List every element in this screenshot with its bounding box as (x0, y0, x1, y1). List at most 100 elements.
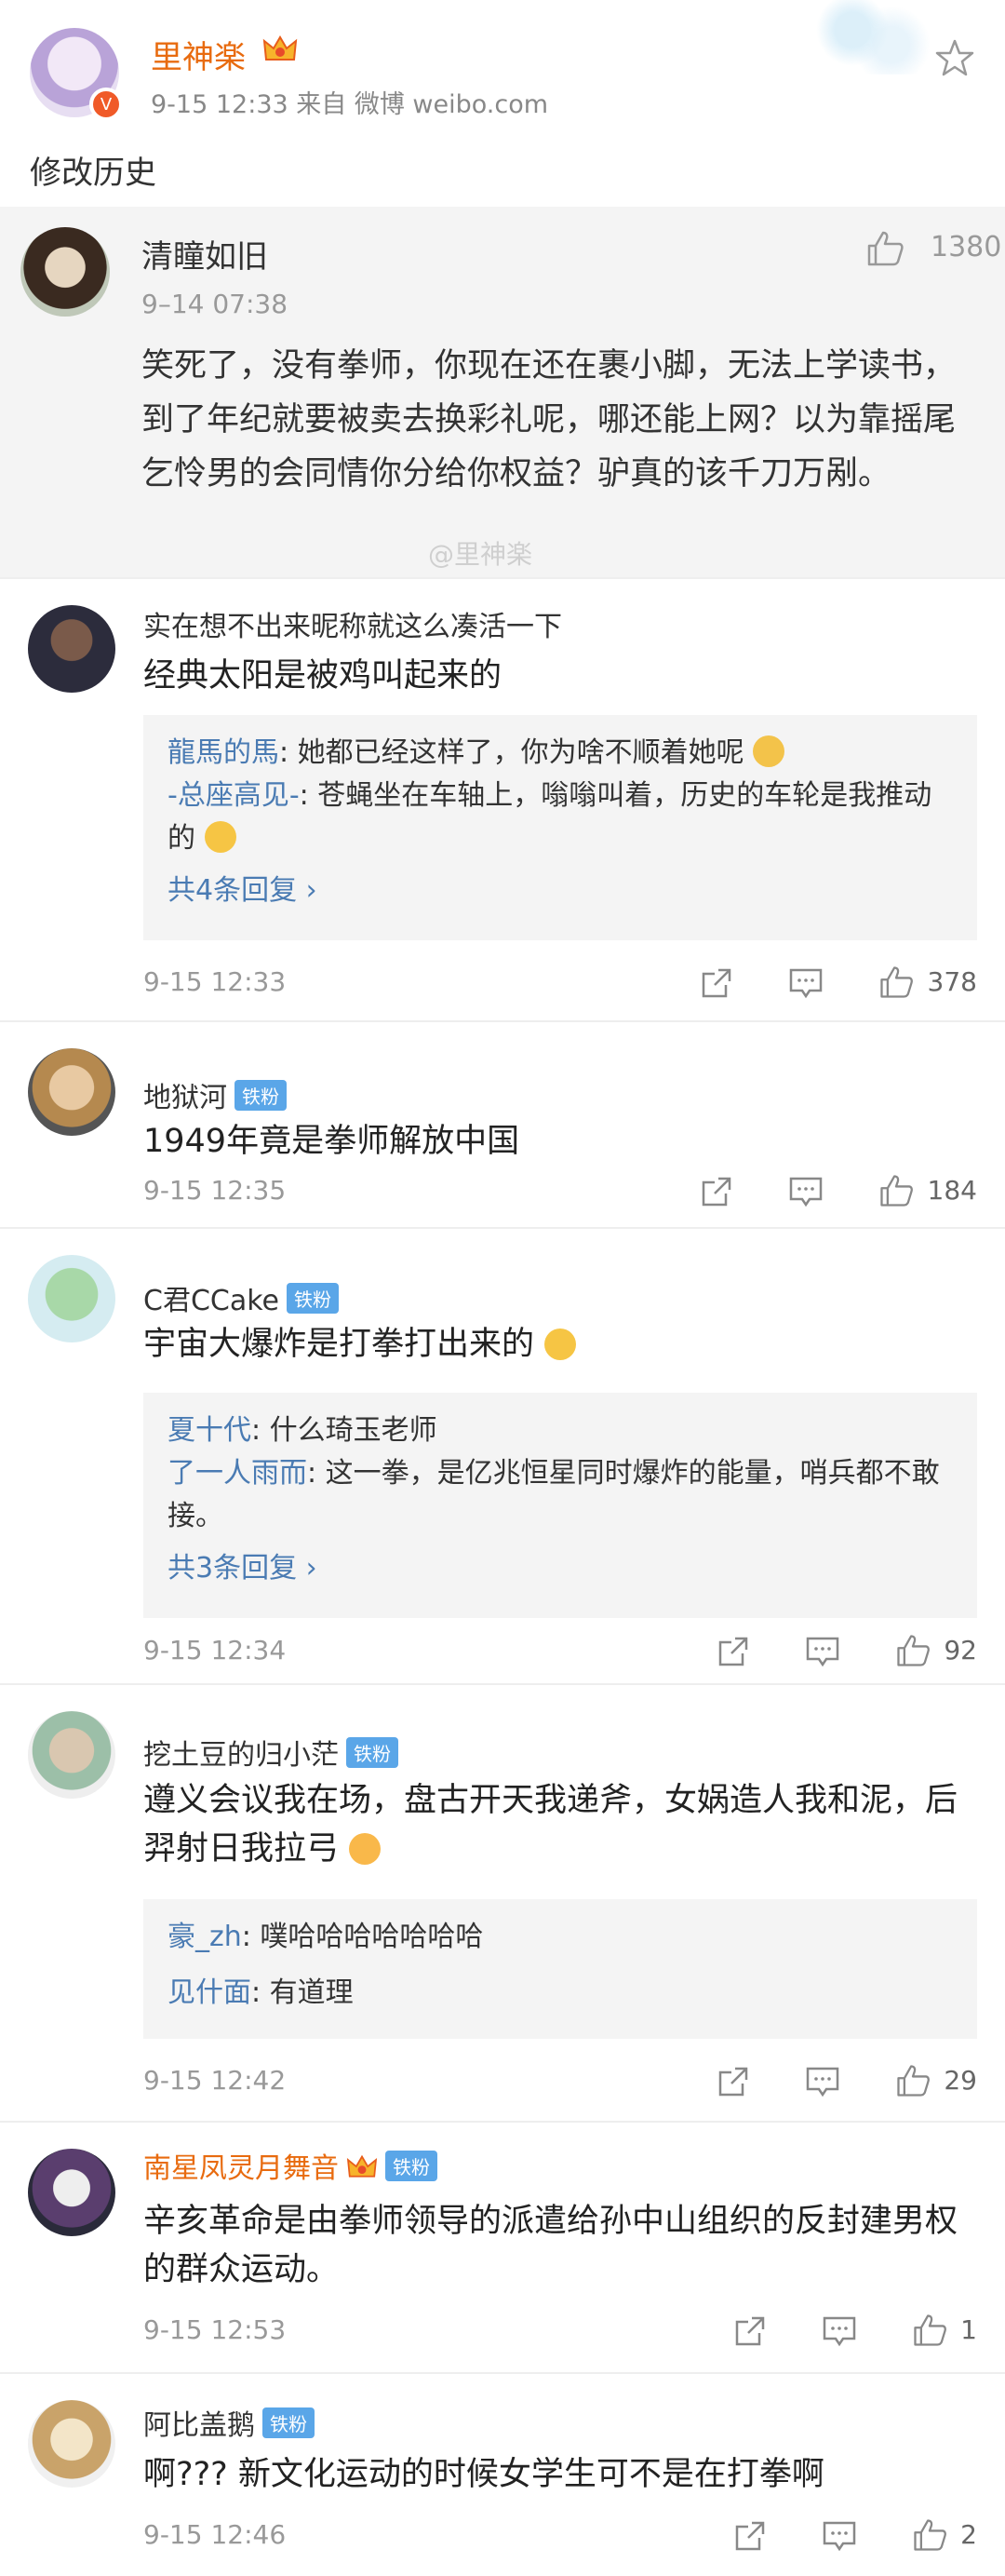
reply-box[interactable]: 豪_zh: 噗哈哈哈哈哈哈哈 见什面: 有道理 (143, 1899, 977, 2039)
comment-footer: 9-15 12:33 378 (143, 959, 977, 1005)
post-meta: 9-15 12:33 来自 微博 weibo.com (151, 90, 549, 119)
commenter-name[interactable]: 清瞳如旧 (141, 231, 268, 276)
reply-text: : 什么琦玉老师 (251, 1414, 437, 1447)
comment-footer: 9-15 12:53 1 (143, 2307, 977, 2353)
comment-icon[interactable] (787, 1173, 824, 1210)
more-replies-link[interactable]: 共3条回复 › (168, 1547, 953, 1590)
comment-icon[interactable] (821, 2313, 858, 2350)
share-icon[interactable] (698, 964, 735, 1002)
comment-time: 9-15 12:35 (143, 1175, 287, 1206)
avatar[interactable] (28, 1255, 115, 1342)
comment-item: 挖土豆的归小茫 铁粉 遵义会议我在场，盘古开天我递斧，女娲造人我和泥，后羿射日我拉… (0, 1683, 1005, 2121)
commenter-name-text: 阿比盖鹅 (143, 2409, 255, 2442)
like-count: 2 (960, 2519, 977, 2550)
comment-text-content: 遵义会议我在场，盘古开天我递斧，女娲造人我和泥，后羿射日我拉弓 (143, 1782, 958, 1868)
like-count: 378 (927, 966, 977, 997)
comment-text-content: 宇宙大爆炸是打拳打出来的 (143, 1326, 535, 1363)
avatar[interactable] (28, 2400, 115, 2488)
reply-author[interactable]: 夏十代 (168, 1414, 251, 1447)
reply-author[interactable]: 豪_zh (168, 1921, 242, 1953)
reply-author[interactable]: 了一人雨而 (168, 1457, 307, 1490)
comment-text: 辛亥革命是由拳师领导的派遣给孙中山组织的反封建男权的群众运动。 (143, 2203, 958, 2288)
commenter-name[interactable]: C君CCake 铁粉 (143, 1277, 339, 1318)
thumbs-up-icon[interactable] (893, 1631, 932, 1670)
fan-badge: 铁粉 (262, 2407, 315, 2438)
comment-time: 9-15 12:42 (143, 2065, 287, 2096)
thumbs-up-icon[interactable] (910, 2515, 949, 2555)
thumbs-up-icon[interactable] (877, 963, 916, 1002)
avatar[interactable] (28, 605, 115, 693)
like-count: 1 (960, 2314, 977, 2345)
comment-text: 啊??? 新文化运动的时候女学生可不是在打拳啊 (143, 2456, 824, 2493)
comment-footer: 9-15 12:42 29 (143, 2057, 977, 2104)
share-icon[interactable] (715, 2063, 752, 2100)
avatar[interactable] (28, 1048, 115, 1136)
like-count: 29 (944, 2065, 977, 2096)
reply-item: 龍馬的馬: 她都已经这样了，你为啥不顺着她呢 (168, 732, 953, 775)
featured-comment: 清瞳如旧 9–14 07:38 1380 笑死了，没有拳师，你现在还在裹小脚，无… (0, 207, 1005, 577)
commenter-name-text: 地狱河 (143, 1082, 227, 1114)
weibo-post-page: V 里神楽 9-15 12:33 来自 微博 weibo.com 修改历史 清瞳… (0, 0, 1005, 2576)
comment-text: 经典太阳是被鸡叫起来的 (143, 657, 502, 695)
comment-icon[interactable] (821, 2517, 858, 2555)
comment-icon[interactable] (804, 1633, 841, 1670)
thumbs-up-icon[interactable] (893, 2061, 932, 2100)
reply-box[interactable]: 夏十代: 什么琦玉老师 了一人雨而: 这一拳，是亿兆恒星同时爆炸的能量，哨兵都不… (143, 1393, 977, 1618)
share-icon[interactable] (715, 1633, 752, 1670)
like-count: 92 (944, 1635, 977, 1666)
comment-time: 9-15 12:34 (143, 1635, 287, 1666)
doge-emoji-icon (544, 1328, 577, 1360)
comment-icon[interactable] (804, 2063, 841, 2100)
comment-item: 南星凤灵月舞音 铁粉 辛亥革命是由拳师领导的派遣给孙中山组织的反封建男权的群众运动… (0, 2121, 1005, 2372)
reply-item: -总座高见-: 苍蝇坐在车轴上，嗡嗡叫着，历史的车轮是我推动的 (168, 775, 953, 860)
commenter-name-text: 挖土豆的归小茫 (143, 1739, 339, 1772)
commenter-name[interactable]: 阿比盖鹅 铁粉 (143, 2402, 315, 2443)
comment-footer: 9-15 12:34 92 (143, 1627, 977, 1674)
thumbs-up-icon[interactable] (864, 227, 906, 270)
avatar[interactable] (20, 227, 110, 317)
reply-author[interactable]: 见什面 (168, 1976, 251, 2009)
share-icon[interactable] (731, 2517, 769, 2555)
author-name[interactable]: 里神楽 (151, 32, 246, 77)
avatar[interactable] (28, 1711, 115, 1799)
fan-badge: 铁粉 (385, 2151, 437, 2181)
favorite-star-icon[interactable] (934, 37, 975, 78)
reply-author[interactable]: 龍馬的馬 (168, 736, 279, 769)
like-count: 184 (927, 1175, 977, 1206)
thumbs-up-icon[interactable] (877, 1171, 916, 1210)
more-replies-link[interactable]: 共4条回复 › (168, 870, 953, 912)
comment-icon[interactable] (787, 964, 824, 1002)
fan-badge: 铁粉 (287, 1283, 339, 1314)
commenter-name[interactable]: 实在想不出来昵称就这么凑活一下 (143, 603, 562, 644)
fan-badge: 铁粉 (346, 1737, 398, 1768)
thumbs-up-icon[interactable] (910, 2311, 949, 2350)
reply-item: 豪_zh: 噗哈哈哈哈哈哈哈 (168, 1916, 953, 1959)
comment-footer: 9-15 12:46 2 (143, 2512, 977, 2558)
comment-time: 9-15 12:33 (143, 966, 287, 997)
reply-item: 见什面: 有道理 (168, 1972, 953, 2015)
commenter-name[interactable]: 挖土豆的归小茫 铁粉 (143, 1732, 398, 1773)
reply-item: 夏十代: 什么琦玉老师 (168, 1409, 953, 1452)
header-decoration (800, 0, 931, 74)
share-icon[interactable] (698, 1173, 735, 1210)
reply-text: : 有道理 (251, 1976, 354, 2009)
reply-author[interactable]: -总座高见- (168, 779, 300, 812)
commenter-name-text: 南星凤灵月舞音 (143, 2152, 339, 2185)
commenter-name-text: 实在想不出来昵称就这么凑活一下 (143, 611, 562, 643)
comment-item: 阿比盖鹅 铁粉 啊??? 新文化运动的时候女学生可不是在打拳啊 9-15 12:4… (0, 2372, 1005, 2576)
share-icon[interactable] (731, 2313, 769, 2350)
reply-box[interactable]: 龍馬的馬: 她都已经这样了，你为啥不顺着她呢 -总座高见-: 苍蝇坐在车轴上，嗡… (143, 715, 977, 940)
commenter-name[interactable]: 地狱河 铁粉 (143, 1074, 287, 1115)
reply-text: : 噗哈哈哈哈哈哈哈 (241, 1921, 484, 1953)
comment-text: 1949年竟是拳师解放中国 (143, 1123, 520, 1160)
comment-time: 9–14 07:38 (141, 289, 288, 319)
reply-item: 了一人雨而: 这一拳，是亿兆恒星同时爆炸的能量，哨兵都不敢接。 (168, 1452, 953, 1538)
avatar[interactable] (28, 2149, 115, 2236)
edit-history-link[interactable]: 修改历史 (30, 147, 156, 193)
emoji-icon (349, 1833, 382, 1865)
watermark: @里神楽 (428, 539, 533, 570)
comment-item: C君CCake 铁粉 宇宙大爆炸是打拳打出来的 夏十代: 什么琦玉老师 了一人雨而… (0, 1227, 1005, 1683)
crying-emoji-icon (753, 735, 785, 767)
commenter-name[interactable]: 南星凤灵月舞音 铁粉 (143, 2145, 437, 2186)
crown-icon (262, 35, 298, 61)
